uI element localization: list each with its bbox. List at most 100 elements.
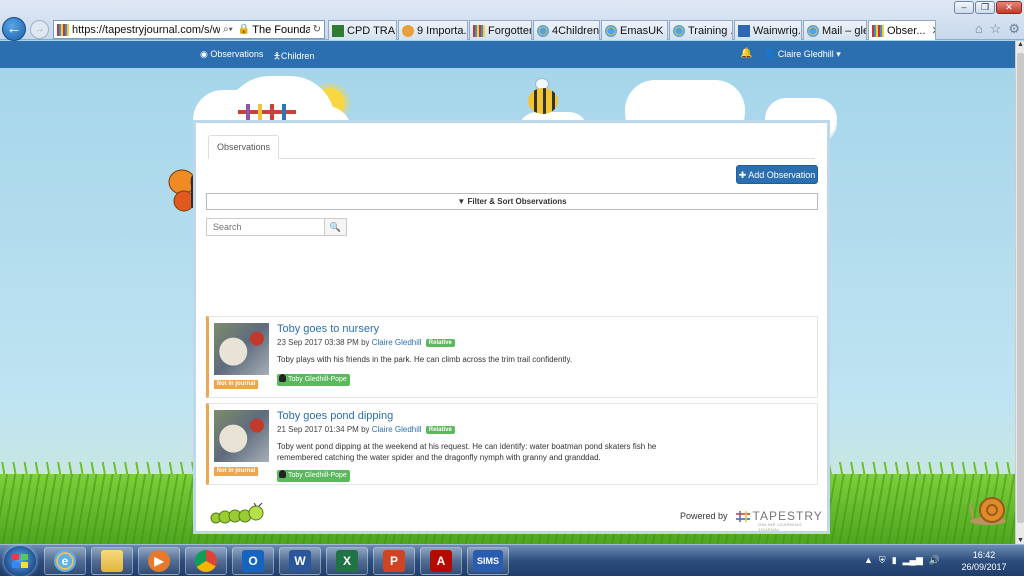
settings-gear-icon[interactable]: ⚙: [1008, 21, 1020, 37]
search-input[interactable]: [206, 218, 325, 236]
url-text[interactable]: https://tapestryjournal.com/s/wair: [72, 24, 220, 36]
observation-author[interactable]: Claire Gledhill: [372, 425, 422, 434]
child-tag[interactable]: Toby Gledhill-Pope: [277, 374, 350, 386]
minimize-button[interactable]: –: [954, 1, 974, 14]
plus-icon: ✚: [738, 170, 747, 180]
observation-title[interactable]: Toby goes pond dipping: [277, 410, 393, 422]
clock-time: 16:42: [972, 550, 996, 560]
scroll-thumb[interactable]: [1017, 53, 1024, 523]
back-button[interactable]: ←: [2, 17, 26, 41]
refresh-icon[interactable]: ↻: [313, 24, 321, 35]
observation-photo[interactable]: [214, 323, 269, 375]
media-player-icon: ▶: [148, 550, 170, 572]
taskbar-powerpoint[interactable]: P: [373, 547, 415, 575]
observation-meta: 23 Sep 2017 03:38 PM by Claire Gledhill …: [277, 338, 455, 347]
browser-tab[interactable]: Wainwrig...: [734, 20, 802, 40]
observation-meta: 21 Sep 2017 01:34 PM by Claire Gledhill …: [277, 425, 455, 434]
taskbar-word[interactable]: W: [279, 547, 321, 575]
tab-observations[interactable]: Observations: [208, 135, 280, 159]
observations-panel: Observations ✚ Add Observation ▼ Filter …: [193, 120, 830, 534]
network-icon[interactable]: ▂▄▆: [903, 555, 923, 566]
taskbar-outlook[interactable]: O: [232, 547, 274, 575]
add-observation-button[interactable]: ✚ Add Observation: [736, 165, 818, 184]
windows-taskbar: e ▶ O W X P A SIMS ▲ ⛨ ▮ ▂▄▆ 🔊 16:42 26/…: [0, 544, 1024, 576]
lock-icon[interactable]: 🔒: [238, 24, 250, 35]
taskbar-excel[interactable]: X: [326, 547, 368, 575]
nav-children[interactable]: 🯅Children: [273, 49, 314, 65]
observation-photo[interactable]: [214, 410, 269, 462]
start-button[interactable]: [4, 546, 36, 576]
folder-icon: [101, 550, 123, 572]
security-icon[interactable]: ⛨: [879, 555, 886, 566]
show-hidden-icons-icon[interactable]: ▲: [864, 555, 873, 566]
taskbar-internet-explorer[interactable]: e: [44, 547, 86, 575]
acrobat-icon: A: [430, 550, 452, 572]
nav-observations[interactable]: ◉ Observations: [200, 49, 263, 60]
observation-text: Toby went pond dipping at the weekend at…: [277, 442, 657, 462]
role-badge: Relative: [425, 339, 455, 347]
scroll-down-icon[interactable]: ▼: [1016, 537, 1024, 544]
site-identity[interactable]: The Foundati...: [252, 24, 309, 36]
system-clock[interactable]: 16:42 26/09/2017: [958, 549, 1010, 573]
forward-button[interactable]: →: [30, 20, 49, 39]
browser-tab[interactable]: Mail – gle...: [803, 20, 867, 40]
powerpoint-icon: P: [383, 550, 405, 572]
close-window-button[interactable]: ✕: [996, 1, 1022, 14]
taskbar-chrome[interactable]: [185, 547, 227, 575]
observation-card[interactable]: Not in journal Toby goes pond dipping 21…: [206, 403, 818, 485]
browser-tab[interactable]: 4Children...: [533, 20, 600, 40]
user-menu[interactable]: 👤 Claire Gledhill ▾: [764, 49, 841, 60]
browser-tab[interactable]: EmasUK |...: [601, 20, 668, 40]
browser-tab[interactable]: Training ...: [669, 20, 733, 40]
filter-sort-toggle[interactable]: ▼ Filter & Sort Observations: [206, 193, 818, 210]
close-tab-icon[interactable]: ✕: [932, 24, 935, 37]
taskbar-media-player[interactable]: ▶: [138, 547, 180, 575]
clock-date: 26/09/2017: [961, 562, 1007, 572]
panel-tabbar: Observations: [208, 135, 815, 159]
battery-icon[interactable]: ▮: [892, 555, 897, 566]
word-icon: W: [289, 550, 311, 572]
browser-tab[interactable]: CPD TRA...: [328, 20, 397, 40]
tapestry-brand[interactable]: TAPESTRY: [735, 509, 823, 523]
taskbar-file-explorer[interactable]: [91, 547, 133, 575]
favorites-star-icon[interactable]: ☆: [990, 21, 1002, 37]
browser-tabs: CPD TRA... 9 Importa... Forgotten... 4Ch…: [328, 20, 937, 40]
bell-icon[interactable]: 🔔: [740, 48, 752, 59]
site-navbar: ◉ Observations 🯅Children 🔔 👤 Claire Gled…: [0, 41, 1015, 68]
taskbar-acrobat[interactable]: A: [420, 547, 462, 575]
observation-text: Toby plays with his friends in the park.…: [277, 355, 573, 364]
snail-icon: [969, 497, 1006, 525]
browser-toolbar-icons: ⌂ ☆ ⚙: [975, 21, 1020, 37]
observation-date: 21 Sep 2017 01:34 PM by: [277, 425, 370, 434]
child-tag[interactable]: Toby Gledhill-Pope: [277, 470, 350, 482]
volume-icon[interactable]: 🔊: [929, 555, 940, 566]
tab-favicon-icon: [738, 24, 750, 37]
search-button[interactable]: 🔍: [325, 218, 347, 236]
caterpillar-icon: [210, 503, 264, 524]
not-in-journal-badge: Not in journal: [214, 467, 258, 476]
windows-logo-icon: [12, 554, 28, 568]
child-avatar-icon: [279, 374, 286, 382]
address-bar[interactable]: https://tapestryjournal.com/s/wair ⌕▾ 🔒 …: [53, 20, 325, 39]
home-icon[interactable]: ⌂: [975, 21, 983, 37]
observation-card[interactable]: Not in journal Toby goes to nursery 23 S…: [206, 316, 818, 398]
observation-title[interactable]: Toby goes to nursery: [277, 323, 379, 335]
browser-tab[interactable]: 9 Importa...: [398, 20, 468, 40]
search-dropdown-icon[interactable]: ⌕▾: [223, 24, 233, 35]
filter-icon: ▼: [457, 197, 466, 206]
restore-button[interactable]: ❐: [975, 1, 995, 14]
search-icon: 🔍: [329, 222, 342, 232]
tab-favicon-icon: [332, 24, 344, 37]
browser-tab-active[interactable]: Obser...✕: [868, 20, 936, 40]
browser-tab[interactable]: Forgotten...: [469, 20, 532, 40]
bee-icon: [528, 88, 558, 114]
observation-date: 23 Sep 2017 03:38 PM by: [277, 338, 370, 347]
observation-author[interactable]: Claire Gledhill: [372, 338, 422, 347]
taskbar-sims[interactable]: SIMS: [467, 547, 509, 575]
page-scrollbar[interactable]: ▲ ▼: [1015, 41, 1024, 544]
not-in-journal-badge: Not in journal: [214, 380, 258, 389]
tapestry-subtitle: ONLINE LEARNING JOURNAL: [758, 522, 802, 532]
powered-by: Powered by TAPESTRY ONLINE LEARNING JOUR…: [680, 509, 823, 532]
system-tray: ▲ ⛨ ▮ ▂▄▆ 🔊: [864, 555, 940, 566]
scroll-up-icon[interactable]: ▲: [1016, 41, 1024, 48]
